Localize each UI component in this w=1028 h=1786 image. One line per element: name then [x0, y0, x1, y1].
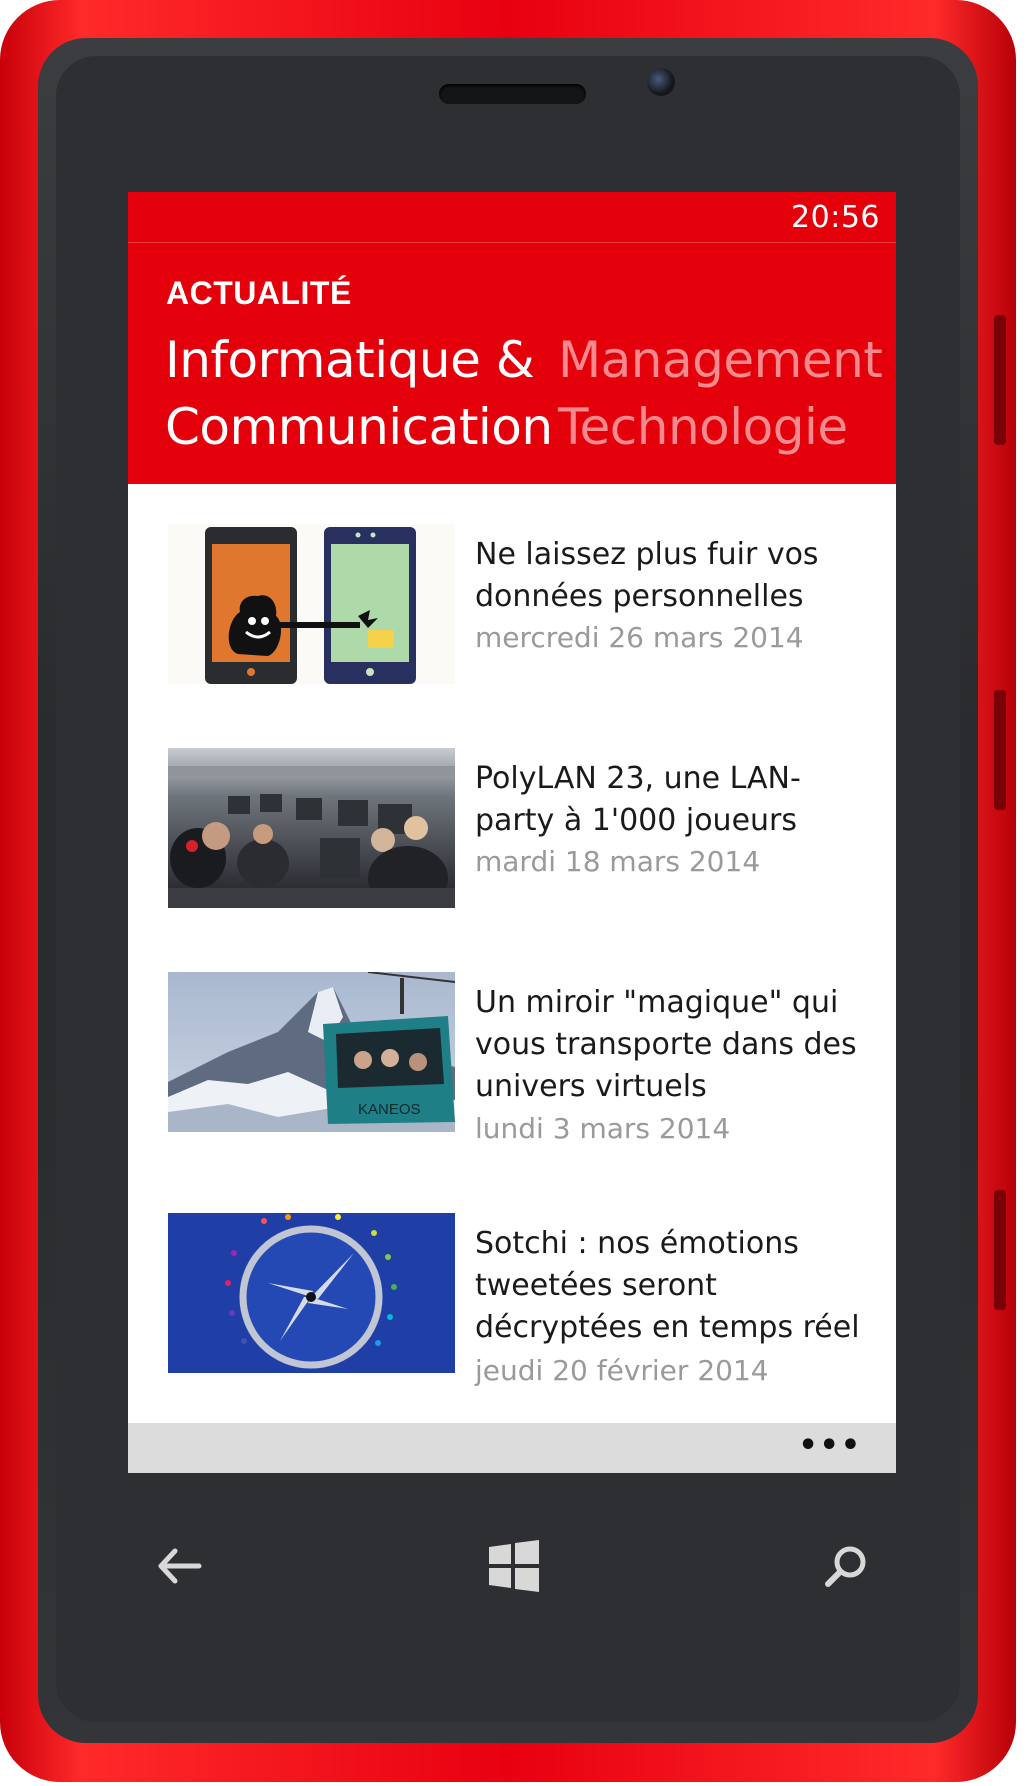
back-arrow-icon[interactable]: [150, 1536, 210, 1596]
front-camera: [647, 68, 675, 96]
article-thumbnail: [168, 524, 455, 684]
power-button: [994, 690, 1006, 810]
search-icon[interactable]: [816, 1536, 876, 1596]
article-thumbnail: [168, 748, 455, 908]
status-bar: 20:56: [128, 192, 896, 243]
lan-party-photo: [168, 748, 455, 908]
earpiece-speaker: [439, 84, 586, 104]
camera-button: [994, 1190, 1006, 1310]
article-title: Ne laissez plus fuir vos données personn…: [475, 537, 819, 614]
more-options-button[interactable]: •••: [798, 1431, 862, 1461]
list-item[interactable]: Ne laissez plus fuir vos données personn…: [168, 524, 868, 694]
volume-button: [994, 315, 1006, 445]
windows-start-icon[interactable]: [484, 1536, 544, 1596]
app-title: ACTUALITÉ: [166, 275, 352, 311]
list-item[interactable]: Sotchi : nos émotions tweetées seront dé…: [168, 1213, 868, 1413]
article-date: mercredi 26 mars 2014: [475, 621, 804, 654]
list-item[interactable]: PolyLAN 23, une LAN-party à 1'000 joueur…: [168, 748, 868, 918]
pivot-informatique-communication[interactable]: Informatique & Communication: [165, 327, 553, 461]
app-header: 20:56 ACTUALITÉ Informatique & Communica…: [128, 192, 896, 484]
article-title: Un miroir "magique" qui vous transporte …: [475, 985, 857, 1104]
screen: 20:56 ACTUALITÉ Informatique & Communica…: [128, 192, 896, 1473]
article-date: mardi 18 mars 2014: [475, 845, 761, 878]
pivot-label-line2: Communication: [165, 398, 553, 456]
pivot-label-line1: Management d: [558, 331, 896, 389]
article-title: PolyLAN 23, une LAN-party à 1'000 joueur…: [475, 761, 801, 838]
article-thumbnail: [168, 1213, 455, 1373]
article-date: lundi 3 mars 2014: [475, 1112, 731, 1145]
status-clock: 20:56: [791, 200, 880, 235]
article-thumbnail: KANEOS: [168, 972, 455, 1132]
pivot-label-line1: Informatique &: [165, 331, 535, 389]
pivot-label-line2: Technologie: [558, 398, 848, 456]
article-date: jeudi 20 février 2014: [475, 1354, 769, 1387]
pivot-management-technologie[interactable]: Management d Technologie: [558, 327, 896, 461]
app-bar: •••: [128, 1423, 896, 1473]
mountain-cable-car-photo: KANEOS: [168, 972, 455, 1132]
list-item[interactable]: KANEOS Un miroir "magique" qui vous tran…: [168, 972, 868, 1172]
article-title: Sotchi : nos émotions tweetées seront dé…: [475, 1226, 860, 1345]
phones-data-thief-illustration: [168, 524, 455, 684]
gondola-label: KANEOS: [358, 1101, 421, 1118]
emotion-compass-graphic: [168, 1213, 455, 1373]
